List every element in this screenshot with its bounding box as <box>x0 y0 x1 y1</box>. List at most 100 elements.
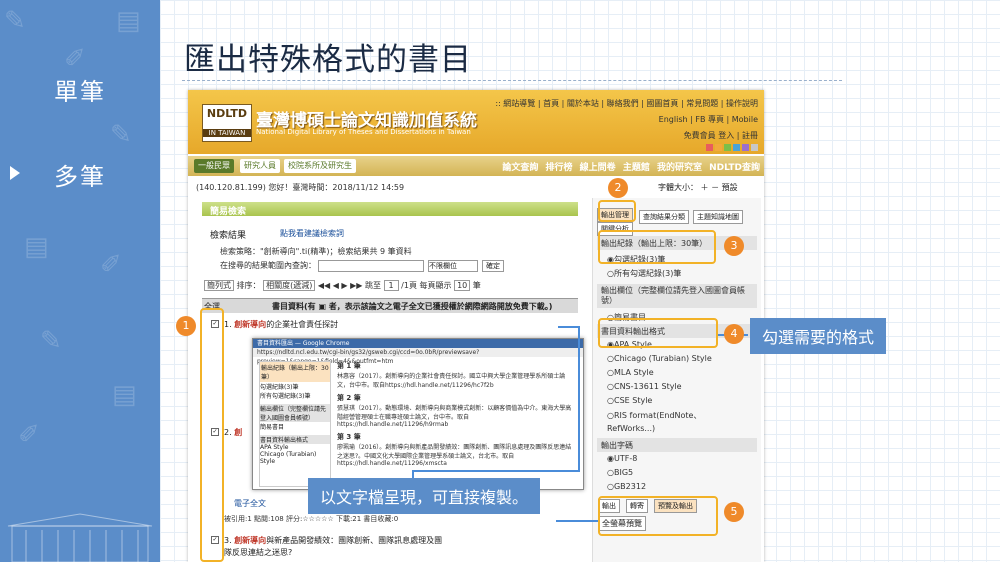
nav-theme-hall[interactable]: 主題館 <box>623 163 650 173</box>
top-links[interactable]: :: 網站導覽 | 首頁 | 關於本站 | 聯絡我們 | 國圖首頁 | 常見問題… <box>495 98 758 109</box>
font-increase-button[interactable]: ＋ <box>701 183 709 192</box>
pencil-icon: ✎ <box>110 120 132 150</box>
simple-search-label: 簡易檢索 <box>210 207 247 217</box>
record-text: 林惠容（2017）。創新導向的企業社會責任探討。國立中興大學企業管理學系所碩士論… <box>337 373 566 389</box>
popup-record: 第 2 筆張慧琪（2017）。動態環境、創新導向與商業模式創新：以顧客價值為中介… <box>337 393 575 428</box>
tab-general-public[interactable]: 一般民眾 <box>194 159 234 173</box>
popup-option: 輸出欄位（完整欄位請先登入國圖會員帳號） <box>260 404 330 422</box>
format-option-chicago[interactable]: ○Chicago (Turabian) Style <box>607 354 712 363</box>
option-label: GB2312 <box>613 482 647 491</box>
pencil-icon: ✎ <box>4 6 26 36</box>
popup-record: 第 3 筆廖珮瑜（2016）。創新導向與新產品開發績效：團隊創新、團隊訊息處理及… <box>337 432 575 467</box>
nav-thesis-search[interactable]: 論文查詢 <box>502 163 538 173</box>
confirm-button[interactable]: 確定 <box>482 260 504 272</box>
logo-subtext: IN TAIWAN <box>203 129 251 137</box>
refine-label: 在搜尋的結果範圍內查詢： <box>220 261 316 270</box>
pencil-icon: ✎ <box>40 326 62 356</box>
tab-researchers[interactable]: 研究人員 <box>240 159 280 173</box>
charset-section-title: 輸出字碼 <box>601 441 633 450</box>
popup-option[interactable]: APA Style <box>260 444 330 451</box>
logo-text: NDLTD <box>206 107 248 120</box>
step-marker-1: 1 <box>176 316 196 336</box>
connector-line <box>558 326 580 328</box>
page-input[interactable]: 1 <box>383 280 399 291</box>
jump-label: 跳至 <box>364 281 381 290</box>
nav-my-lab[interactable]: 我的研究室 <box>657 163 702 173</box>
record-head: 第 2 筆 <box>337 394 361 402</box>
step-marker-3: 3 <box>724 236 744 256</box>
font-size-label: 字體大小： <box>658 183 698 192</box>
font-decrease-button[interactable]: － <box>711 183 719 192</box>
site-header: NDLTD IN TAIWAN 臺灣博碩士論文知識加值系統 National D… <box>188 90 764 154</box>
display-type-select[interactable]: 簡列式 <box>204 280 234 291</box>
font-default-button[interactable]: 預設 <box>722 183 738 192</box>
sort-label: 排序： <box>236 281 261 290</box>
nav-ndltd-search[interactable]: NDLTD查詢 <box>709 163 760 173</box>
step-marker-5: 5 <box>724 502 744 522</box>
option-label: 所有勾選紀錄(3)筆 <box>613 269 682 278</box>
tab-schools[interactable]: 校院系所及研究生 <box>284 159 356 173</box>
results-title: 檢索結果 <box>210 231 247 241</box>
theme-swatch[interactable] <box>724 144 731 151</box>
item-stats: 被引用:1 點閱:108 評分:☆☆☆☆☆ 下載:21 書目收藏:0 <box>224 515 399 523</box>
charset-option-gb2312[interactable]: ○GB2312 <box>607 482 646 491</box>
simple-search-bar[interactable]: 簡易檢索 <box>202 202 578 217</box>
pen-icon: ✐ <box>100 250 122 280</box>
tab-result-category[interactable]: 查詢結果分類 <box>639 210 689 224</box>
popup-record: 第 1 筆林惠容（2017）。創新導向的企業社會責任探討。國立中興大學企業管理學… <box>337 361 575 389</box>
theme-swatch[interactable] <box>715 144 722 151</box>
format-option-mla[interactable]: ○MLA Style <box>607 368 654 377</box>
sort-select[interactable]: 相關度(遞減) <box>263 280 316 291</box>
pager-icons[interactable]: ◀◀ ◀ ▶ ▶▶ <box>318 281 363 290</box>
popup-option[interactable]: Chicago (Turabian) Style <box>260 451 330 465</box>
login-links[interactable]: 免費會員 登入 | 註冊 <box>684 130 758 141</box>
nav-multiple-records[interactable]: 多筆 <box>54 157 106 192</box>
list-item[interactable]: 1. 創新導向的企業社會責任探討 <box>224 319 338 330</box>
language-links[interactable]: English | FB 專頁 | Mobile <box>659 114 758 125</box>
connector-line <box>556 520 598 522</box>
nav-survey[interactable]: 線上問卷 <box>580 163 616 173</box>
per-page-unit: 筆 <box>472 281 481 290</box>
step-marker-2: 2 <box>608 178 628 198</box>
field-select[interactable]: 不限欄位 <box>428 260 478 272</box>
theme-swatch[interactable] <box>706 144 713 151</box>
popup-url-bar[interactable]: https://ndltd.ncl.edu.tw/cgi-bin/gs32/gs… <box>253 348 583 365</box>
per-page-select[interactable]: 10 <box>454 280 471 291</box>
sort-controls: 簡列式 排序： 相關度(遞減) ◀◀ ◀ ▶ ▶▶ 跳至 1 /1頁 每頁顯示 … <box>204 280 481 291</box>
theme-swatch[interactable] <box>742 144 749 151</box>
tab-topic-map[interactable]: 主題知識地圖 <box>693 210 743 224</box>
format-option-cns[interactable]: ○CNS-13611 Style <box>607 382 682 391</box>
option-label: CSE Style <box>613 396 653 405</box>
format-option-ris[interactable]: ○RIS format(EndNote、 <box>607 410 701 421</box>
charset-option-big5[interactable]: ○BIG5 <box>607 468 633 477</box>
popup-option[interactable]: 所有勾選紀錄(3)筆 <box>260 391 330 400</box>
item-number: 1. <box>224 320 232 329</box>
tab-highlight <box>598 200 636 222</box>
refine-input[interactable] <box>318 260 424 272</box>
theme-swatch[interactable] <box>751 144 758 151</box>
theme-swatch[interactable] <box>733 144 740 151</box>
option-label: Chicago (Turabian) Style <box>613 354 712 363</box>
format-option-cse[interactable]: ○CSE Style <box>607 396 652 405</box>
item-highlight: 創新導向 <box>234 536 267 545</box>
page-total: /1頁 <box>401 281 417 290</box>
format-option-ris-cont: RefWorks...) <box>607 424 656 433</box>
step-marker-4: 4 <box>724 324 744 344</box>
title-divider <box>182 80 842 81</box>
record-head: 第 3 筆 <box>337 433 361 441</box>
suggest-terms-link[interactable]: 點我看建議檢索詞 <box>280 228 344 239</box>
record-option-all[interactable]: ○所有勾選紀錄(3)筆 <box>607 268 681 279</box>
list-item[interactable]: 2. 創 <box>224 427 242 438</box>
popup-option: 輸出紀錄（輸出上限：30筆） <box>260 362 330 382</box>
popup-option[interactable]: 勾選紀錄(3)筆 <box>260 382 330 391</box>
popup-option[interactable]: 簡易書目 <box>260 422 330 431</box>
popup-option: 書目資料輸出格式 <box>260 435 330 444</box>
results-table-header: 全選 書目資料(有 ▣ 者，表示該論文之電子全文已獲授權於網際網路開放免費下載。… <box>202 298 578 313</box>
efulltext-link[interactable]: 電子全文 <box>234 498 266 509</box>
charset-option-utf8[interactable]: ◉UTF-8 <box>607 454 637 463</box>
list-item[interactable]: 3. 創新導向與新產品開發績效：團隊創新、團隊訊息處理及團隊反思連結之迷思? <box>224 535 444 559</box>
format-highlight <box>598 318 718 348</box>
nav-single-record[interactable]: 單筆 <box>54 72 106 107</box>
nav-rankings[interactable]: 排行榜 <box>546 163 573 173</box>
ndltd-logo[interactable]: NDLTD IN TAIWAN <box>202 104 252 142</box>
